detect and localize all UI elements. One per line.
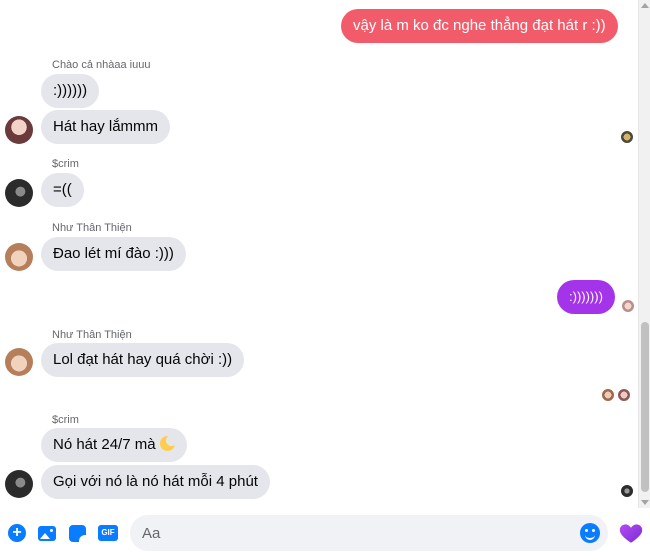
message-text: Đao lét mí đào :)))	[53, 245, 174, 262]
emoji-icon[interactable]	[580, 523, 600, 543]
sender-name: $crim	[52, 158, 79, 170]
attach-photo-button[interactable]	[36, 522, 58, 544]
sender-name: Chào cả nhàaa iuuu	[52, 59, 151, 71]
heart-icon	[619, 524, 643, 543]
scroll-up-arrow[interactable]	[641, 3, 649, 8]
message-text: Gọi với nó là nó hát mỗi 4 phút	[53, 473, 258, 490]
message-bubble-incoming[interactable]: Hát hay lắmmm	[41, 110, 171, 144]
message-text: Hát hay lắmmm	[53, 118, 159, 135]
like-button[interactable]	[618, 520, 644, 546]
avatar[interactable]	[5, 116, 33, 144]
message-text: vậy là m ko đc nghe thẳng đạt hát r :))	[353, 17, 606, 34]
read-receipt-avatar	[601, 388, 615, 402]
message-text: =((	[53, 181, 72, 198]
message-list: vậy là m ko đc nghe thẳng đạt hát r :)) …	[0, 0, 638, 508]
read-receipt-avatar	[621, 299, 635, 313]
message-bubble-incoming[interactable]: =((	[41, 173, 84, 207]
message-text: :)))))))	[569, 289, 603, 304]
sticker-button[interactable]	[66, 522, 88, 544]
gif-button[interactable]: GIF	[97, 522, 119, 544]
photo-icon	[38, 525, 56, 541]
read-receipt-avatar	[620, 484, 634, 498]
message-bubble-incoming[interactable]: :))))))	[41, 74, 100, 108]
sender-name: Như Thân Thiện	[52, 222, 132, 234]
message-bubble-incoming[interactable]: Nó hát 24/7 mà	[41, 428, 187, 462]
message-bubble-outgoing[interactable]: :)))))))	[557, 280, 615, 314]
avatar[interactable]	[5, 348, 33, 376]
sender-name: Như Thân Thiện	[52, 329, 132, 341]
scroll-down-arrow[interactable]	[641, 500, 649, 505]
message-bubble-incoming[interactable]: Gọi với nó là nó hát mỗi 4 phút	[41, 465, 270, 499]
moon-emoji-icon	[159, 435, 177, 451]
avatar[interactable]	[5, 470, 33, 498]
message-input[interactable]	[130, 515, 570, 551]
avatar[interactable]	[5, 179, 33, 207]
read-receipt-avatar	[617, 388, 631, 402]
read-receipt-avatar	[620, 130, 634, 144]
plus-circle-icon: +	[8, 524, 26, 542]
message-text: Lol đạt hát hay quá chời :))	[53, 351, 233, 368]
message-text: :))))))	[53, 82, 88, 99]
message-input-container	[130, 515, 608, 551]
sender-name: $crim	[52, 414, 79, 426]
composer-bar: + GIF	[0, 508, 650, 560]
message-bubble-outgoing[interactable]: vậy là m ko đc nghe thẳng đạt hát r :))	[341, 9, 618, 43]
gif-icon: GIF	[98, 525, 118, 541]
more-actions-button[interactable]: +	[6, 522, 28, 544]
scrollbar[interactable]	[638, 0, 650, 508]
sticker-icon	[68, 524, 86, 542]
scroll-thumb[interactable]	[641, 322, 649, 492]
avatar[interactable]	[5, 243, 33, 271]
message-bubble-incoming[interactable]: Lol đạt hát hay quá chời :))	[41, 343, 245, 377]
message-bubble-incoming[interactable]: Đao lét mí đào :)))	[41, 237, 186, 271]
message-text: Nó hát 24/7 mà	[53, 436, 156, 453]
